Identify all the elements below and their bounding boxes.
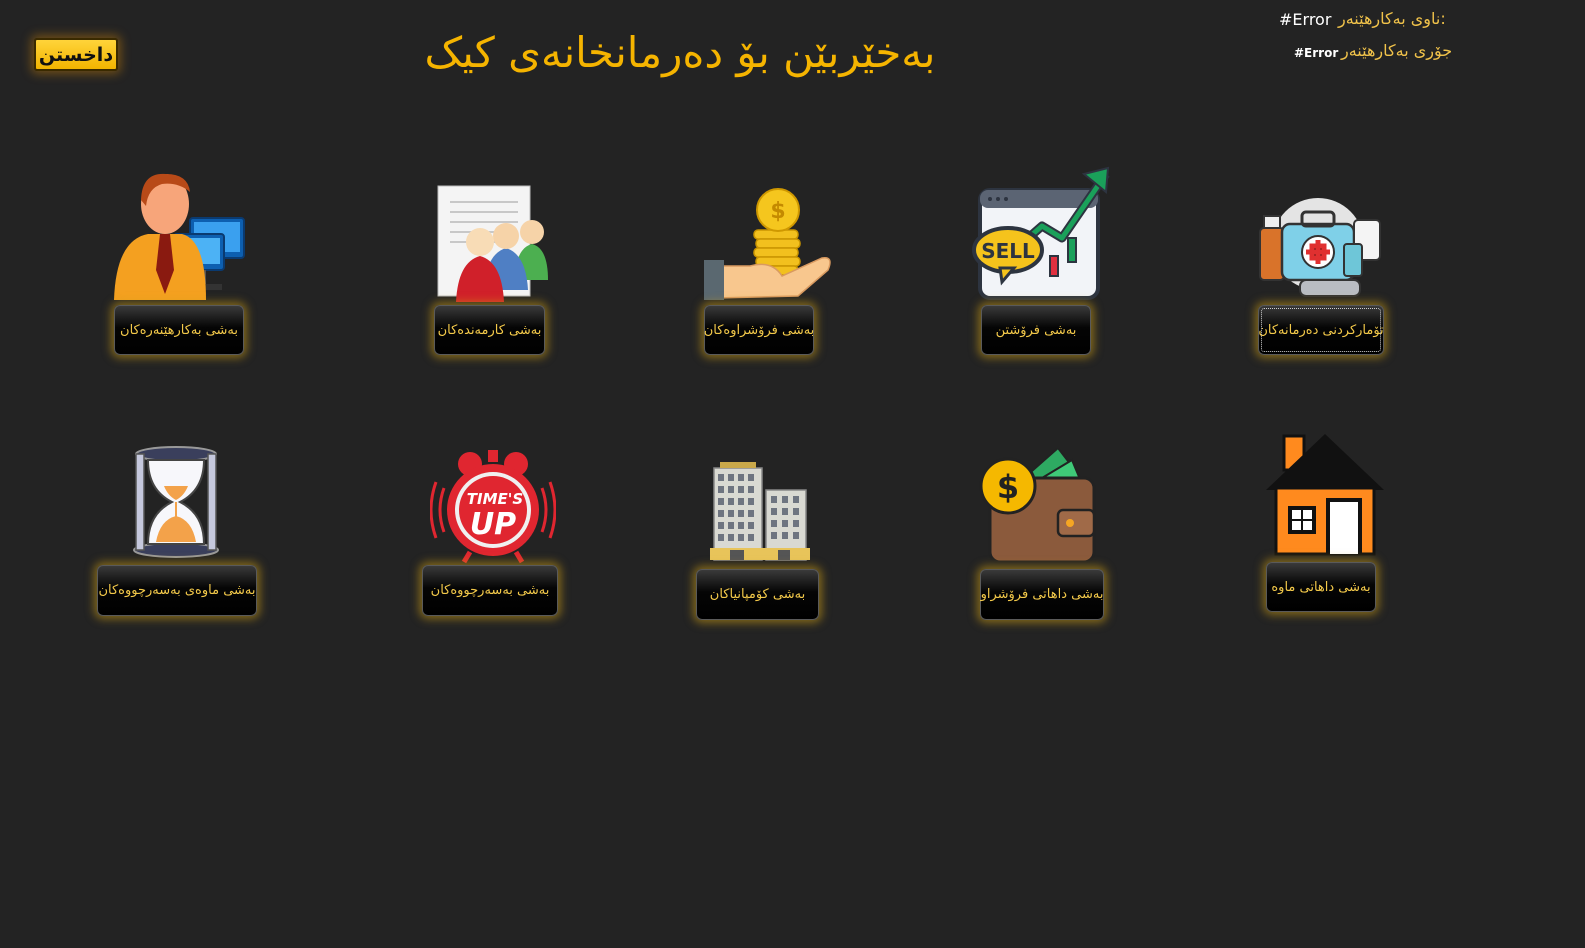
- sales-income-section-button[interactable]: بەشی داهاتی فرۆشراو: [980, 569, 1104, 620]
- sell-chart-icon[interactable]: SELL: [970, 166, 1112, 302]
- sell-glyph: SELL: [981, 239, 1035, 263]
- register-medicines-button[interactable]: تۆمارکردنی دەرمانەکان: [1258, 305, 1384, 355]
- employees-section-button[interactable]: بەشی کارمەندەکان: [434, 305, 545, 355]
- users-section-button[interactable]: بەشی بەکارهێنەرەکان: [114, 305, 244, 355]
- near-expiry-section-button[interactable]: بەشی ماوەی بەسەرچووەکان: [97, 565, 257, 616]
- selling-section-button[interactable]: بەشی فرۆشتن: [981, 305, 1091, 355]
- wallet-dollar-glyph: $: [997, 468, 1019, 506]
- wallet-icon[interactable]: $: [978, 448, 1098, 564]
- sold-items-section-button[interactable]: بەشی فرۆشراوەکان: [704, 305, 814, 355]
- buildings-icon[interactable]: [706, 462, 812, 562]
- alarm-clock-icon[interactable]: TIME'S UP: [430, 448, 556, 564]
- user-type-value: #Error: [1294, 46, 1339, 60]
- dollar-glyph: $: [770, 199, 785, 224]
- user-type-label: جۆری بەکارهێنەر: [1341, 41, 1453, 60]
- times-glyph: TIME'S: [467, 490, 523, 508]
- companies-section-button[interactable]: بەشی کۆمپانیاکان: [696, 569, 819, 620]
- close-button[interactable]: داخستن: [34, 38, 118, 71]
- remaining-income-section-button[interactable]: بەشی داهاتی ماوە: [1266, 562, 1376, 612]
- user-name-label: ناوی بەکارهێنەر:: [1338, 9, 1446, 28]
- user-name-value: #Error: [1279, 10, 1332, 29]
- house-icon[interactable]: [1264, 432, 1386, 556]
- up-glyph: UP: [470, 507, 516, 542]
- expired-section-button[interactable]: بەشی بەسەرچووەکان: [422, 565, 558, 616]
- page-title: بەخێربێن بۆ دەرمانخانەی کیک: [424, 28, 936, 77]
- user-computer-icon[interactable]: [108, 170, 250, 302]
- employees-icon[interactable]: [436, 184, 550, 304]
- hourglass-icon[interactable]: [128, 446, 224, 558]
- medicine-kit-icon[interactable]: [1256, 196, 1388, 300]
- coins-hand-icon[interactable]: $: [702, 186, 834, 304]
